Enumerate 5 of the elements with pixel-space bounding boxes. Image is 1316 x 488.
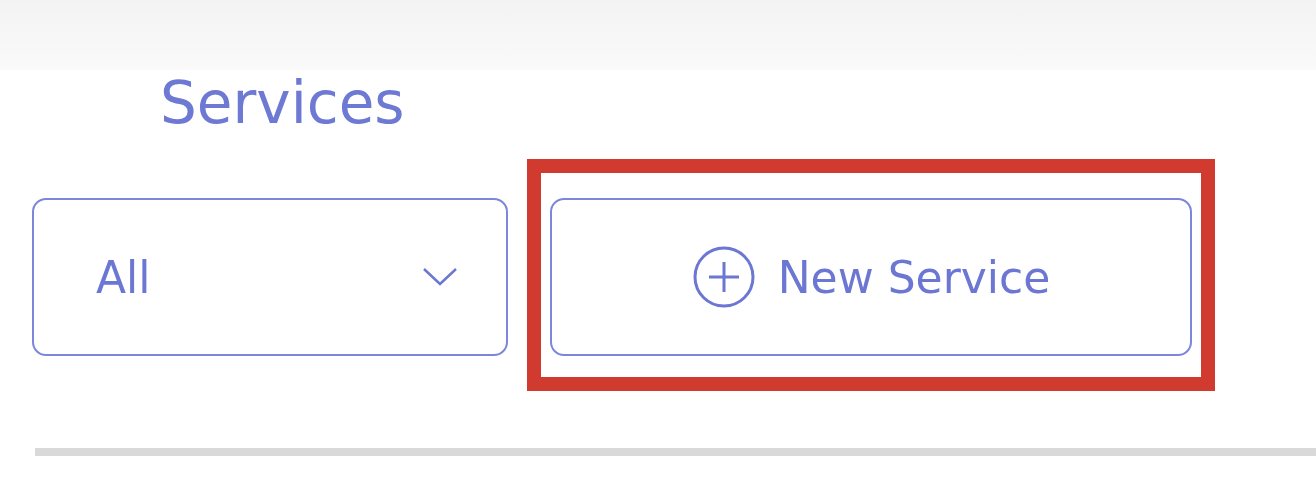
plus-circle-icon	[691, 245, 756, 309]
new-service-button[interactable]: New Service	[550, 198, 1192, 356]
chevron-down-icon	[422, 267, 458, 287]
page-title: Services	[159, 68, 406, 139]
filter-dropdown[interactable]: All	[32, 198, 508, 356]
